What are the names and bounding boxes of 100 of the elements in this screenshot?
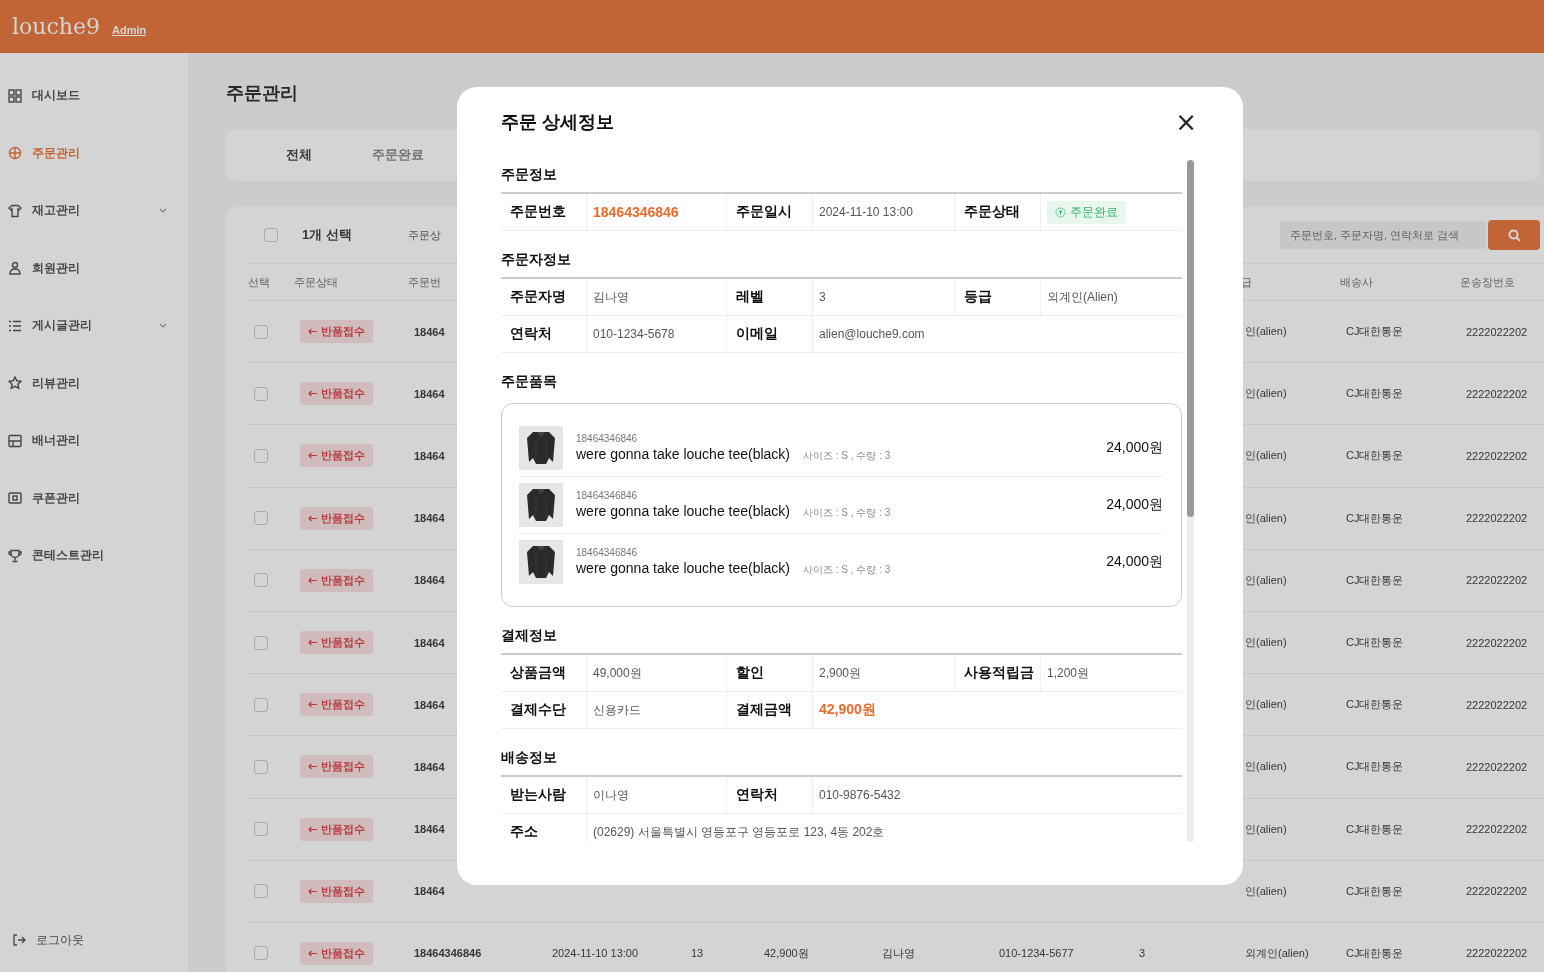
grid-icon (8, 88, 22, 103)
search-button[interactable] (1488, 220, 1540, 250)
section-heading: 배송정보 (501, 749, 558, 767)
arrow-left-icon (308, 825, 317, 833)
logout-icon (12, 933, 26, 947)
table-cell: 18464 (414, 325, 445, 338)
field-label: 할인 (736, 664, 764, 682)
table-cell: 18464 (414, 449, 445, 462)
section-heading: 결제정보 (501, 627, 558, 645)
row-checkbox[interactable] (254, 697, 268, 712)
status-badge: 반품접수 (300, 941, 373, 965)
field-label: 등급 (964, 288, 992, 306)
chevron-down-icon (159, 208, 167, 214)
table-cell: 2222022202 (1466, 636, 1528, 649)
section-heading: 주문정보 (501, 166, 558, 184)
table-cell: 인(alien) (1245, 697, 1287, 713)
table-cell: 2222022202 (1466, 512, 1528, 525)
table-cell: 2222022202 (1466, 574, 1528, 587)
sidebar-item[interactable]: 쿠폰관리 (0, 469, 189, 527)
field-label: 주문자명 (510, 288, 566, 306)
column-header: 주문번 (408, 274, 442, 290)
row-checkbox[interactable] (254, 511, 268, 526)
column-header: 배송사 (1340, 274, 1374, 290)
banner-icon (8, 433, 22, 448)
star-icon (8, 376, 22, 391)
row-checkbox[interactable] (254, 759, 268, 774)
table-cell: 18464 (414, 636, 445, 649)
table-cell: CJ대한통운 (1346, 510, 1404, 526)
table-cell: CJ대한통운 (1346, 945, 1404, 961)
sidebar-item[interactable]: 게시글관리 (0, 297, 189, 355)
sidebar-item[interactable]: 대시보드 (0, 67, 189, 125)
product-price: 24,000원 (1106, 439, 1163, 457)
product-code: 18464346846 (576, 433, 639, 444)
row-checkbox[interactable] (254, 386, 268, 401)
table-cell: 2222022202 (1466, 760, 1528, 773)
sidebar-item[interactable]: 리뷰관리 (0, 354, 189, 412)
table-cell: 인(alien) (1245, 759, 1287, 775)
field-label: 받는사람 (510, 786, 566, 804)
table-cell: 인(alien) (1245, 635, 1287, 651)
trophy-icon (8, 548, 22, 563)
product-price: 24,000원 (1106, 553, 1163, 571)
field-label: 사용적립금 (964, 664, 1034, 682)
row-checkbox[interactable] (254, 324, 268, 339)
section-heading: 주문품목 (501, 373, 558, 391)
arrow-left-icon (308, 576, 317, 584)
table-cell: 2024-11-10 13:00 (552, 947, 639, 960)
field-label: 주문일시 (736, 203, 792, 221)
field-label: 상품금액 (510, 664, 566, 682)
column-header: 선택 (247, 274, 271, 290)
table-cell: 인(alien) (1245, 386, 1287, 402)
select-all-checkbox[interactable] (264, 228, 278, 242)
scrollbar-thumb[interactable] (1187, 160, 1194, 517)
status-filter[interactable]: 주문상 (407, 227, 441, 243)
table-cell: 42,900원 (764, 945, 809, 961)
field-label: 주문상태 (964, 203, 1020, 221)
column-header: 급 (1240, 274, 1253, 290)
table-cell: CJ대한통운 (1346, 821, 1404, 837)
column-header: 운송장번호 (1460, 274, 1516, 290)
sidebar-item[interactable]: 재고관리 (0, 182, 189, 240)
row-checkbox[interactable] (254, 635, 268, 650)
row-checkbox[interactable] (254, 946, 268, 961)
row-checkbox[interactable] (254, 448, 268, 463)
close-button[interactable]: × (1173, 110, 1199, 134)
search-field[interactable]: 주문번호, 주문자명, 연락처로 검색 (1280, 221, 1486, 249)
filter-tab[interactable]: 전체 (286, 146, 312, 164)
product-name: were gonna take louche tee(black) (576, 503, 791, 519)
status-icon (1055, 206, 1066, 218)
arrow-left-icon (308, 452, 317, 460)
table-cell: CJ대한통운 (1346, 324, 1404, 340)
field-value: (02629) 서울특별시 영등포구 영등포로 123, 4동 202호 (593, 823, 885, 841)
row-checkbox[interactable] (254, 884, 268, 899)
logout-link[interactable]: 로그아웃 (0, 926, 189, 954)
table-cell: 18464 (414, 698, 445, 711)
arrow-left-icon (308, 328, 317, 336)
field-value: 2024-11-10 13:00 (819, 205, 913, 219)
table-cell: 2222022202 (1466, 387, 1528, 400)
status-badge: 주문완료 (1047, 200, 1126, 224)
table-cell: CJ대한통운 (1346, 697, 1404, 713)
field-label: 연락처 (736, 786, 778, 804)
arrow-left-icon (308, 949, 317, 957)
sidebar-item[interactable]: 콘테스트관리 (0, 527, 189, 585)
arrow-left-icon (308, 763, 317, 771)
dialog-title: 주문 상세정보 (501, 111, 614, 134)
column-header: 주문상태 (294, 274, 339, 290)
table-cell: 인(alien) (1245, 821, 1287, 837)
table-cell: 인(alien) (1245, 572, 1287, 588)
coupon-icon (8, 491, 22, 506)
filter-tab[interactable]: 주문완료 (372, 146, 424, 164)
table-cell: 18464 (414, 387, 445, 400)
field-value: 18464346846 (593, 204, 679, 220)
chevron-down-icon (159, 323, 167, 329)
sidebar-item[interactable]: 배너관리 (0, 412, 189, 470)
row-checkbox[interactable] (254, 573, 268, 588)
table-cell: 18464346846 (414, 947, 482, 960)
product-option: 사이즈 : S , 수량 : 3 (803, 563, 891, 577)
sidebar-item[interactable]: 회원관리 (0, 239, 189, 297)
table-cell: 3 (1139, 947, 1146, 960)
table-cell: 010-1234-5677 (999, 947, 1074, 960)
row-checkbox[interactable] (254, 822, 268, 837)
status-badge: 반품접수 (300, 879, 373, 903)
